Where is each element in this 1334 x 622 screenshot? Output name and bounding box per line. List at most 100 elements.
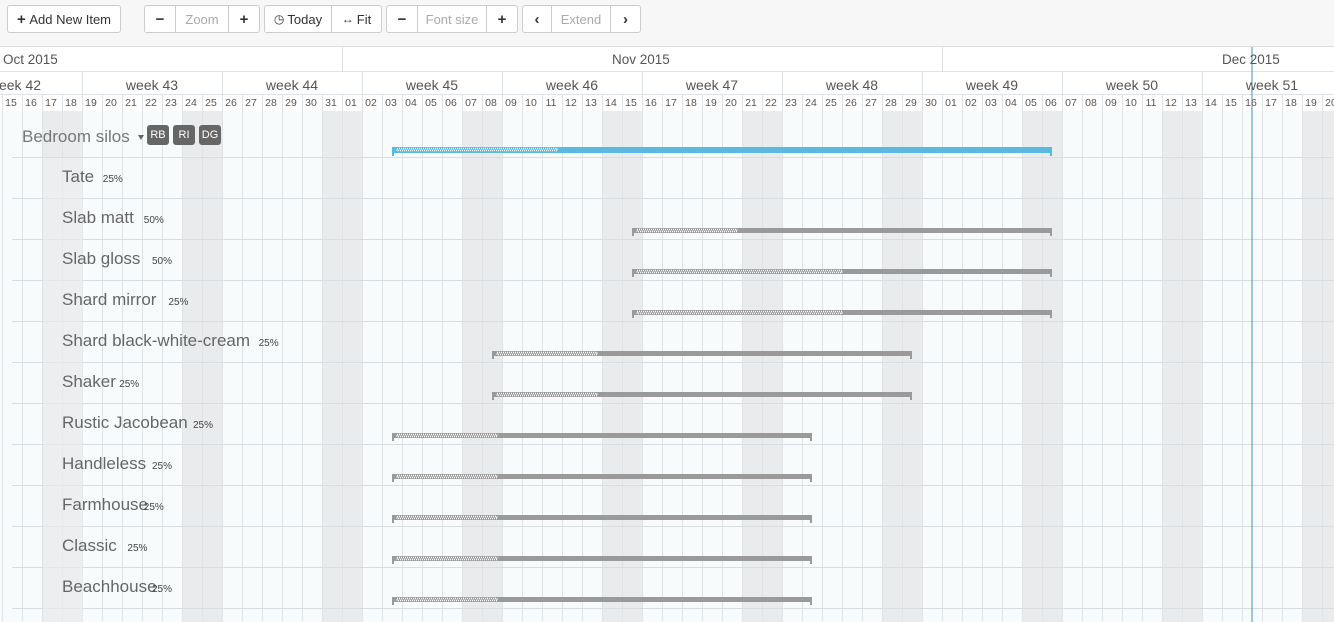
week-label: week 50 (1105, 77, 1159, 93)
task-start-cap (632, 228, 634, 236)
day-label: 12 (1165, 97, 1177, 109)
task-end-cap (810, 433, 812, 441)
week-label: week 44 (265, 77, 319, 93)
day-label: 25 (205, 97, 217, 109)
month-label: Dec 2015 (1222, 52, 1280, 67)
task-percent: 25% (168, 297, 189, 308)
weekend-column (902, 111, 922, 622)
task-name[interactable]: Slab matt (62, 208, 134, 228)
task-end-cap (910, 351, 912, 359)
chevron-right-icon: › (623, 10, 628, 28)
day-label: 22 (765, 97, 777, 109)
task-name[interactable]: Bedroom silos (22, 127, 130, 147)
extend-right-button[interactable]: › (610, 5, 641, 33)
day-label: 06 (445, 97, 457, 109)
day-label: 02 (965, 97, 977, 109)
task-start-cap (632, 310, 634, 318)
day-label: 20 (105, 97, 117, 109)
task-name[interactable]: Rustic Jacobean (62, 413, 188, 433)
task-percent: 25% (152, 461, 173, 472)
task-start-cap (632, 269, 634, 277)
day-label: 16 (25, 97, 37, 109)
task-start-cap (492, 351, 494, 359)
owner-badge: RB (147, 125, 169, 145)
day-label: 14 (605, 97, 617, 109)
day-label: 15 (1225, 97, 1237, 109)
zoom-in-button[interactable]: + (228, 5, 260, 33)
task-name[interactable]: Handleless (62, 454, 146, 474)
day-label: 23 (165, 97, 177, 109)
plus-icon: + (497, 10, 507, 28)
expand-caret-icon[interactable] (138, 135, 144, 140)
task-name[interactable]: Farmhouse (62, 495, 148, 515)
arrows-horizontal-icon: ↔ (341, 12, 354, 26)
extend-field[interactable]: Extend (552, 5, 610, 33)
weekend-column (1182, 111, 1202, 622)
day-label: 27 (865, 97, 877, 109)
weekend-column (622, 111, 642, 622)
task-name[interactable]: Slab gloss (62, 249, 140, 269)
day-label: 04 (1005, 97, 1017, 109)
weekend-column (462, 111, 482, 622)
day-label: 21 (125, 97, 137, 109)
fit-button[interactable]: ↔ Fit (331, 5, 382, 33)
task-name[interactable]: Tate (62, 167, 94, 187)
task-name[interactable]: Beachhouse (62, 577, 157, 597)
today-button[interactable]: ◷ Today (264, 5, 332, 33)
day-label: 19 (705, 97, 717, 109)
day-label: 01 (345, 97, 357, 109)
day-label: 31 (325, 97, 337, 109)
day-label: 13 (1185, 97, 1197, 109)
day-label: 05 (425, 97, 437, 109)
week-label: week 45 (405, 77, 459, 93)
day-label: 23 (785, 97, 797, 109)
day-label: 30 (305, 97, 317, 109)
task-start-cap (392, 556, 394, 564)
task-start-cap (392, 515, 394, 523)
day-label: 10 (1125, 97, 1137, 109)
weekend-column (322, 111, 342, 622)
weekend-column (742, 111, 762, 622)
task-percent: 25% (193, 420, 214, 431)
weekend-column (342, 111, 362, 622)
task-name[interactable]: Classic (62, 536, 117, 556)
day-label: 15 (625, 97, 637, 109)
plus-icon: + (16, 10, 26, 28)
task-percent: 25% (143, 502, 164, 513)
task-percent: 50% (152, 256, 173, 267)
font-size-increase-button[interactable]: + (486, 5, 518, 33)
day-label: 09 (1105, 97, 1117, 109)
day-label: 18 (685, 97, 697, 109)
zoom-out-button[interactable]: − (144, 5, 176, 33)
week-label: week 46 (545, 77, 599, 93)
task-name[interactable]: Shaker (62, 372, 116, 392)
add-new-item-button[interactable]: + Add New Item (7, 5, 121, 33)
zoom-field[interactable]: Zoom (176, 5, 228, 33)
day-label: 17 (45, 97, 57, 109)
task-name[interactable]: Shard mirror (62, 290, 156, 310)
weekend-column (482, 111, 502, 622)
task-percent: 25% (258, 338, 279, 349)
minus-icon: − (397, 10, 407, 28)
day-label: 08 (1085, 97, 1097, 109)
day-label: 26 (225, 97, 237, 109)
day-label: 30 (925, 97, 937, 109)
day-label: 07 (1065, 97, 1077, 109)
weekend-column (602, 111, 622, 622)
task-name[interactable]: Shard black-white-cream (62, 331, 250, 351)
weekend-column (1042, 111, 1062, 622)
gantt-chart: Oct 2015 Nov 2015 Dec 2015 eek 42 week 43 wee… (0, 47, 1334, 622)
day-label: 11 (545, 97, 557, 109)
extend-left-button[interactable]: ‹ (522, 5, 552, 33)
font-size-field[interactable]: Font size (418, 5, 486, 33)
day-label: 28 (265, 97, 277, 109)
task-end-cap (810, 515, 812, 523)
day-label: 17 (665, 97, 677, 109)
task-end-cap (1050, 269, 1052, 277)
task-start-cap (392, 597, 394, 605)
font-size-decrease-button[interactable]: − (386, 5, 418, 33)
task-percent: 25% (152, 584, 173, 595)
day-label: 12 (565, 97, 577, 109)
weekend-column (882, 111, 902, 622)
task-start-cap (492, 392, 494, 400)
